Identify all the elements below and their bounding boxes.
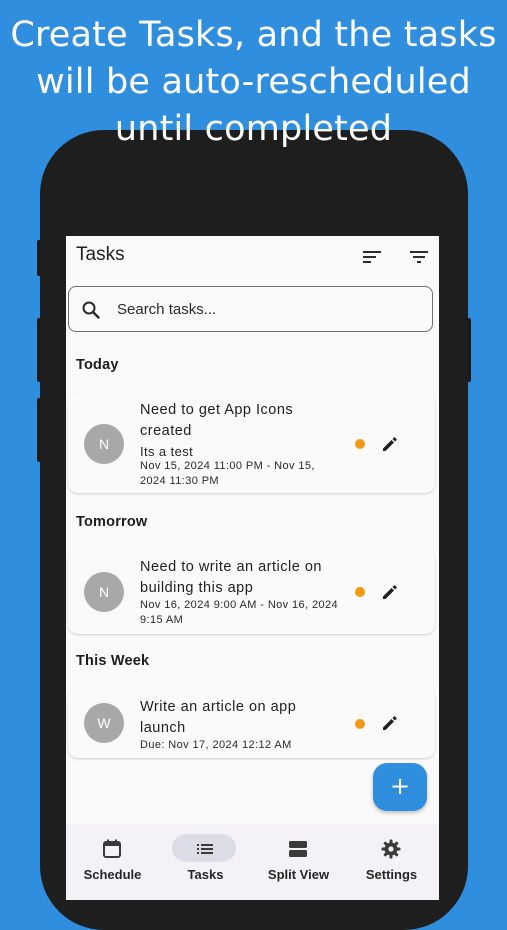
priority-dot xyxy=(355,719,365,729)
task-title: Need to get App Icons created xyxy=(140,402,294,439)
section-header-today: Today xyxy=(76,357,119,373)
nav-label: Schedule xyxy=(83,867,142,882)
task-date: Nov 16, 2024 9:00 AM - Nov 16, 2024 9:15… xyxy=(140,599,339,626)
search-input[interactable]: Search tasks... xyxy=(117,301,216,318)
nav-item-schedule[interactable]: Schedule xyxy=(66,824,159,900)
headline-line-3: until completed xyxy=(114,109,393,149)
nav-item-split-view[interactable]: Split View xyxy=(252,824,345,900)
avatar: N xyxy=(84,572,124,612)
section-header-this-week: This Week xyxy=(76,653,150,669)
task-card[interactable]: N Need to get App Icons created Its a te… xyxy=(68,393,435,493)
avatar: W xyxy=(84,703,124,743)
task-title: Write an article on app launch xyxy=(140,699,297,736)
task-card[interactable]: W Write an article on app launch Due: No… xyxy=(68,688,435,758)
filter-icon[interactable] xyxy=(408,246,430,268)
nav-label: Split View xyxy=(267,867,330,882)
nav-label: Settings xyxy=(365,867,418,882)
edit-icon[interactable] xyxy=(380,713,400,733)
search-icon xyxy=(82,301,100,319)
headline-line-1: Create Tasks, and the tasks xyxy=(10,15,497,55)
nav-item-settings[interactable]: Settings xyxy=(345,824,438,900)
list-icon xyxy=(197,844,213,854)
edit-icon[interactable] xyxy=(380,434,400,454)
page-title: Tasks xyxy=(76,244,125,265)
task-title: Need to write an article on building thi… xyxy=(140,559,322,596)
app-screen: Tasks Search tasks... Today N Need to ge… xyxy=(66,236,439,900)
headline-line-2: will be auto-rescheduled xyxy=(36,62,471,102)
section-header-tomorrow: Tomorrow xyxy=(76,514,148,530)
avatar: N xyxy=(84,424,124,464)
split-view-icon xyxy=(289,841,307,857)
task-description: Its a test xyxy=(140,444,194,459)
nav-label: Tasks xyxy=(187,867,224,882)
task-card[interactable]: N Need to write an article on building t… xyxy=(68,550,435,634)
plus-icon: + xyxy=(389,772,411,800)
app-bar: Tasks xyxy=(66,236,439,276)
nav-item-tasks[interactable]: Tasks xyxy=(159,824,252,900)
gear-icon xyxy=(381,839,401,859)
calendar-icon xyxy=(103,839,121,858)
task-date: Nov 15, 2024 11:00 PM - Nov 15, 2024 11:… xyxy=(140,460,315,487)
priority-dot xyxy=(355,439,365,449)
bottom-navigation: Schedule Tasks Split View Settings xyxy=(66,824,439,900)
add-task-button[interactable]: + xyxy=(373,763,427,811)
search-field[interactable]: Search tasks... xyxy=(68,286,433,332)
edit-icon[interactable] xyxy=(380,582,400,602)
priority-dot xyxy=(355,587,365,597)
sort-icon[interactable] xyxy=(361,246,383,268)
task-date: Due: Nov 17, 2024 12:12 AM xyxy=(140,739,292,751)
promo-headline: Create Tasks, and the tasks will be auto… xyxy=(0,12,507,153)
